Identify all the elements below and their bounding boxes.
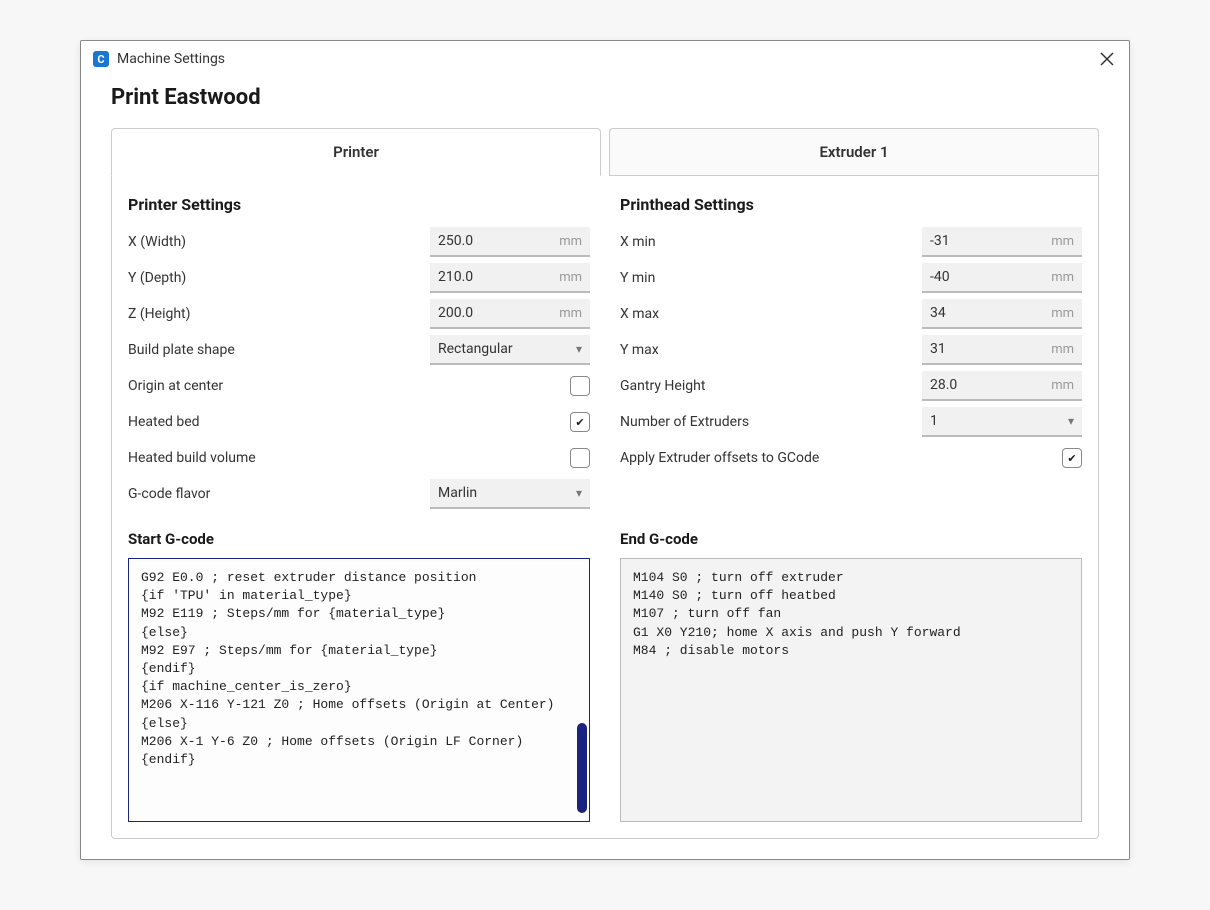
- origin-at-center-checkbox[interactable]: [570, 376, 590, 396]
- x-max-value: 34: [930, 305, 1051, 321]
- y-max-unit: mm: [1051, 342, 1074, 357]
- heated-build-volume-checkbox[interactable]: [570, 448, 590, 468]
- y-depth-input[interactable]: 210.0 mm: [430, 263, 590, 293]
- gcode-flavor-select[interactable]: Marlin ▾: [430, 479, 590, 509]
- apply-offsets-label: Apply Extruder offsets to GCode: [620, 450, 1062, 466]
- build-plate-shape-value: Rectangular: [438, 341, 576, 357]
- y-depth-value: 210.0: [438, 269, 559, 285]
- y-min-unit: mm: [1051, 270, 1074, 285]
- tabs: Printer Extruder 1: [111, 128, 1099, 176]
- start-gcode-textarea[interactable]: G92 E0.0 ; reset extruder distance posit…: [128, 558, 590, 822]
- x-max-label: X max: [620, 306, 922, 322]
- y-max-value: 31: [930, 341, 1051, 357]
- heated-build-volume-label: Heated build volume: [128, 450, 570, 466]
- gantry-height-label: Gantry Height: [620, 378, 922, 394]
- end-gcode-content: M104 S0 ; turn off extruder M140 S0 ; tu…: [633, 570, 961, 658]
- x-min-label: X min: [620, 234, 922, 250]
- app-icon: C: [93, 51, 109, 67]
- gantry-height-value: 28.0: [930, 377, 1051, 393]
- x-width-value: 250.0: [438, 233, 559, 249]
- printhead-settings-column: Printhead Settings X min -31 mm Y min -4…: [620, 195, 1082, 512]
- start-gcode-content: G92 E0.0 ; reset extruder distance posit…: [141, 570, 554, 767]
- tabpanel-printer: Printer Settings X (Width) 250.0 mm Y (D…: [111, 175, 1099, 839]
- num-extruders-label: Number of Extruders: [620, 414, 922, 430]
- tab-extruder-1[interactable]: Extruder 1: [609, 128, 1099, 176]
- num-extruders-select[interactable]: 1 ▾: [922, 407, 1082, 437]
- chevron-down-icon: ▾: [576, 342, 582, 356]
- titlebar: C Machine Settings: [81, 41, 1129, 75]
- window-title: Machine Settings: [117, 51, 225, 67]
- build-plate-shape-label: Build plate shape: [128, 342, 430, 358]
- x-width-input[interactable]: 250.0 mm: [430, 227, 590, 257]
- origin-at-center-label: Origin at center: [128, 378, 570, 394]
- gantry-height-unit: mm: [1051, 378, 1074, 393]
- x-max-unit: mm: [1051, 306, 1074, 321]
- printer-settings-column: Printer Settings X (Width) 250.0 mm Y (D…: [128, 195, 590, 512]
- y-min-value: -40: [930, 269, 1051, 285]
- y-depth-label: Y (Depth): [128, 270, 430, 286]
- printer-settings-title: Printer Settings: [128, 195, 590, 214]
- x-min-unit: mm: [1051, 234, 1074, 249]
- chevron-down-icon: ▾: [576, 486, 582, 500]
- printhead-settings-title: Printhead Settings: [620, 195, 1082, 214]
- x-max-input[interactable]: 34 mm: [922, 299, 1082, 329]
- end-gcode-title: End G-code: [620, 530, 1082, 548]
- gcode-flavor-label: G-code flavor: [128, 486, 430, 502]
- start-gcode-title: Start G-code: [128, 530, 590, 548]
- chevron-down-icon: ▾: [1068, 414, 1074, 428]
- x-min-input[interactable]: -31 mm: [922, 227, 1082, 257]
- x-width-unit: mm: [559, 234, 582, 249]
- tab-printer[interactable]: Printer: [111, 128, 601, 176]
- y-min-input[interactable]: -40 mm: [922, 263, 1082, 293]
- end-gcode-textarea[interactable]: M104 S0 ; turn off extruder M140 S0 ; tu…: [620, 558, 1082, 822]
- close-icon: [1100, 52, 1114, 66]
- y-max-label: Y max: [620, 342, 922, 358]
- page-title: Print Eastwood: [111, 85, 1099, 110]
- heated-bed-checkbox[interactable]: ✔: [570, 412, 590, 432]
- z-height-unit: mm: [559, 306, 582, 321]
- gantry-height-input[interactable]: 28.0 mm: [922, 371, 1082, 401]
- apply-offsets-checkbox[interactable]: ✔: [1062, 448, 1082, 468]
- z-height-value: 200.0: [438, 305, 559, 321]
- close-button[interactable]: [1097, 49, 1117, 69]
- build-plate-shape-select[interactable]: Rectangular ▾: [430, 335, 590, 365]
- machine-settings-window: C Machine Settings Print Eastwood Printe…: [80, 40, 1130, 860]
- scrollbar[interactable]: [577, 723, 587, 813]
- gcode-flavor-value: Marlin: [438, 485, 576, 501]
- heated-bed-label: Heated bed: [128, 414, 570, 430]
- y-max-input[interactable]: 31 mm: [922, 335, 1082, 365]
- z-height-label: Z (Height): [128, 306, 430, 322]
- y-min-label: Y min: [620, 270, 922, 286]
- y-depth-unit: mm: [559, 270, 582, 285]
- x-min-value: -31: [930, 233, 1051, 249]
- num-extruders-value: 1: [930, 413, 1068, 429]
- x-width-label: X (Width): [128, 234, 430, 250]
- z-height-input[interactable]: 200.0 mm: [430, 299, 590, 329]
